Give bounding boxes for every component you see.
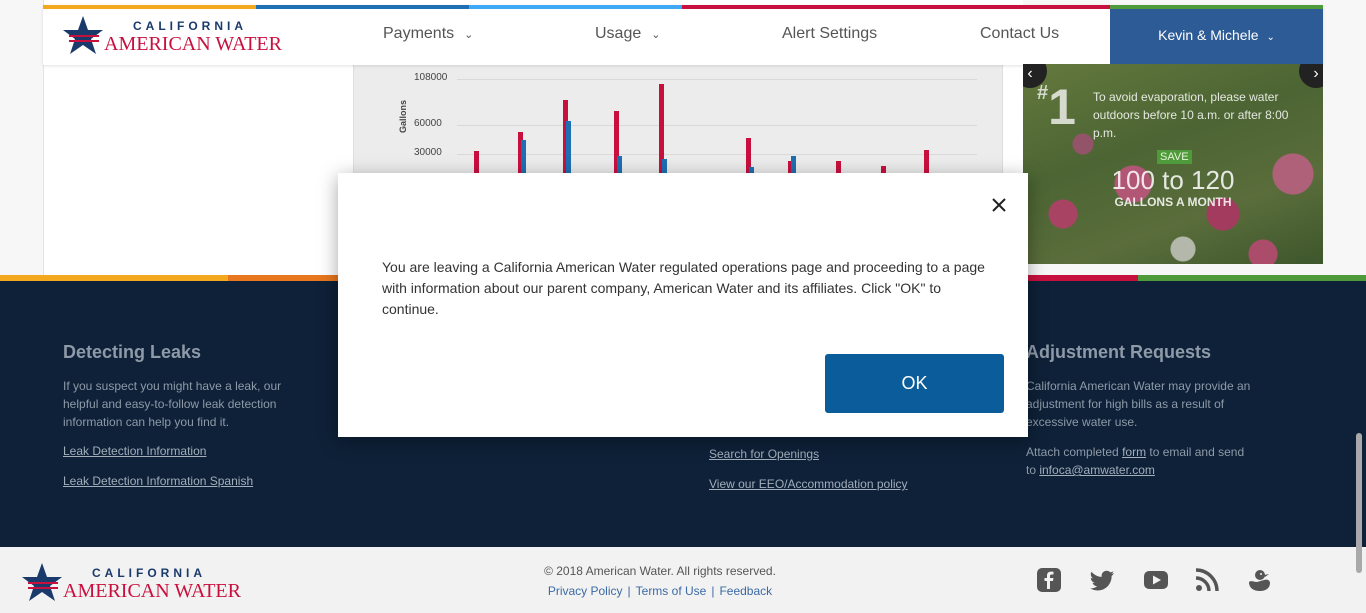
leaving-site-dialog: You are leaving a California American Wa…	[338, 173, 1028, 437]
close-icon[interactable]	[989, 195, 1009, 215]
dialog-message: You are leaving a California American Wa…	[382, 259, 985, 317]
ok-button[interactable]: OK	[825, 354, 1004, 413]
